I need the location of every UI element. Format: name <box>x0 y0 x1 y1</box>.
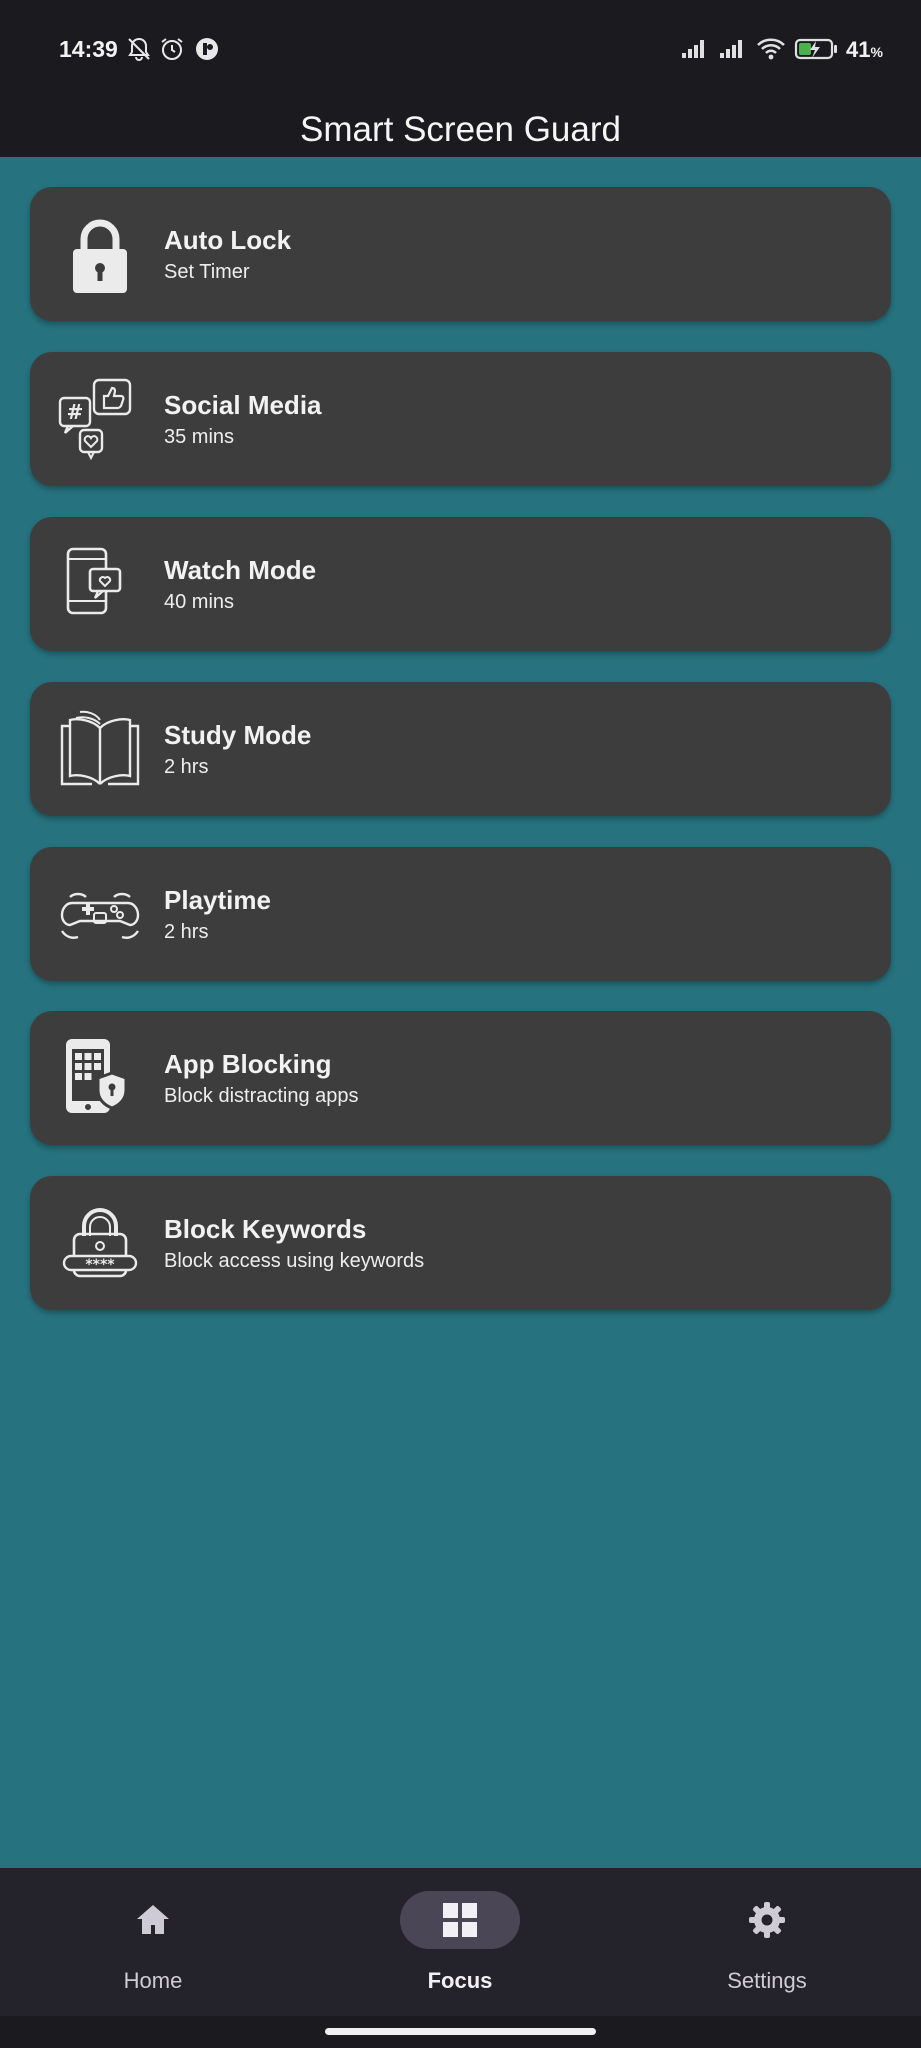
card-title: Block Keywords <box>164 1214 367 1244</box>
playtime-card[interactable]: Playtime 2 hrs <box>30 847 891 981</box>
card-title: Study Mode <box>164 720 312 750</box>
svg-text:#: # <box>67 400 84 424</box>
block-keywords-card[interactable]: **** Block Keywords Block access using k… <box>30 1176 891 1310</box>
card-subtitle: 2 hrs <box>164 756 209 778</box>
battery-level-fill <box>799 43 811 55</box>
app-bar: Smart Screen Guard <box>0 100 921 157</box>
status-time: 14:39 <box>59 36 118 62</box>
auto-lock-card[interactable]: Auto Lock Set Timer <box>30 187 891 321</box>
wifi-icon <box>757 38 785 60</box>
card-subtitle: Block distracting apps <box>164 1085 359 1107</box>
status-bar: 14:39 41% <box>0 0 921 100</box>
padlock-icon <box>73 219 127 293</box>
battery-charging-icon <box>794 38 837 60</box>
card-subtitle: 2 hrs <box>164 921 209 943</box>
home-icon <box>137 1905 169 1934</box>
nav-settings[interactable]: Settings <box>667 1868 867 2016</box>
card-title: Social Media <box>164 390 322 420</box>
social-media-card[interactable]: # Social Media 35 mins <box>30 352 891 486</box>
nav-label: Home <box>123 1968 183 1993</box>
gamepad-icon <box>60 892 140 939</box>
nav-home[interactable]: Home <box>53 1868 253 2016</box>
signal-icon <box>720 40 742 58</box>
card-subtitle: 35 mins <box>164 426 235 448</box>
app-notification-icon <box>196 38 218 60</box>
study-mode-card[interactable]: Study Mode 2 hrs <box>30 682 891 816</box>
gesture-area <box>0 2016 921 2048</box>
svg-text:****: **** <box>85 1257 115 1273</box>
bell-off-icon <box>128 37 150 62</box>
nav-focus[interactable]: Focus <box>360 1868 560 2016</box>
watch-mode-card[interactable]: Watch Mode 40 mins <box>30 517 891 651</box>
nav-label: Focus <box>427 1968 493 1993</box>
card-subtitle: Block access using keywords <box>164 1250 425 1272</box>
signal-icon <box>682 40 704 58</box>
open-book-icon <box>60 710 140 786</box>
password-lock-icon: **** <box>62 1208 138 1278</box>
app-blocking-card[interactable]: App Blocking Block distracting apps <box>30 1011 891 1145</box>
card-title: Watch Mode <box>164 555 317 585</box>
alarm-icon <box>161 38 183 60</box>
card-subtitle: Set Timer <box>164 261 250 283</box>
gear-icon <box>749 1902 785 1938</box>
bottom-navigation: Home Focus Settings <box>0 1868 921 2016</box>
card-title: App Blocking <box>164 1049 332 1079</box>
gesture-handle[interactable] <box>325 2028 596 2035</box>
page-title: Smart Screen Guard <box>300 110 621 149</box>
grid-icon <box>443 1903 477 1937</box>
phone-apps-lock-icon <box>66 1039 128 1113</box>
card-subtitle: 40 mins <box>164 591 235 613</box>
social-media-icon: # <box>58 378 132 461</box>
phone-video-icon <box>66 547 122 615</box>
battery-percent: 41% <box>846 37 883 62</box>
nav-label: Settings <box>727 1968 807 1993</box>
card-title: Playtime <box>164 885 271 915</box>
card-title: Auto Lock <box>164 225 292 255</box>
